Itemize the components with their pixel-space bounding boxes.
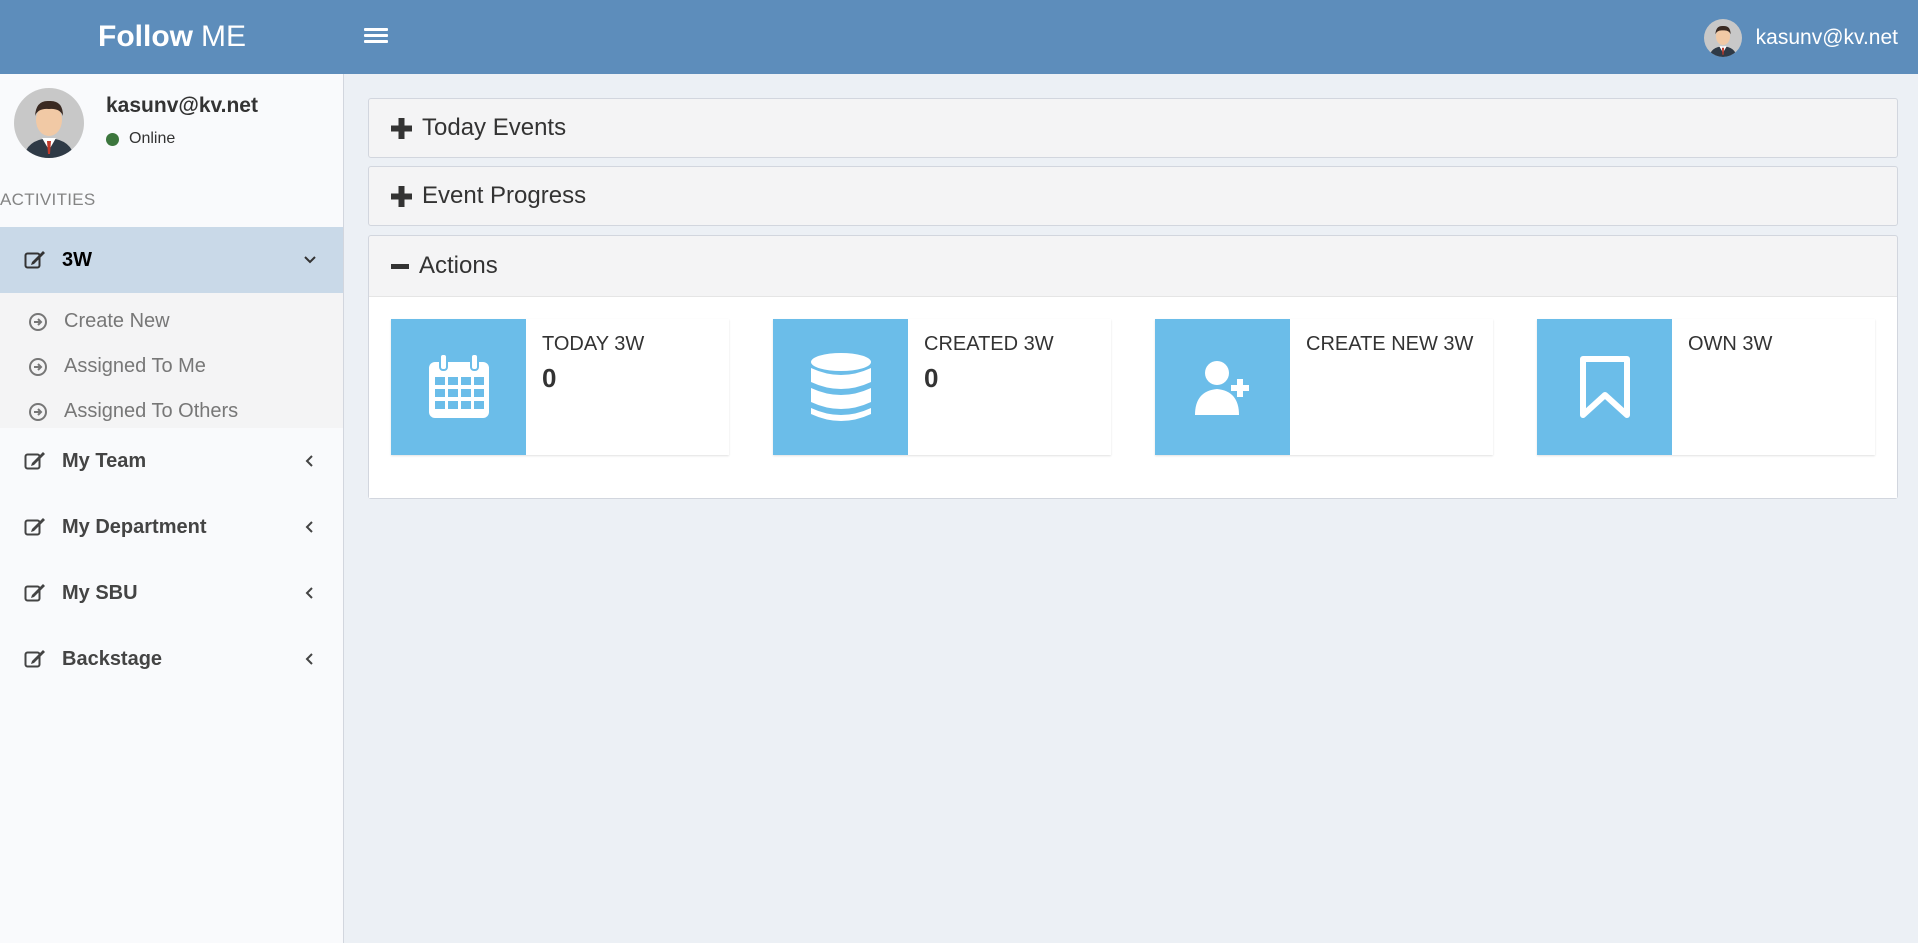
info-box-icon	[1537, 319, 1672, 455]
submenu-item-label: Assigned To Others	[64, 400, 239, 422]
panel-header[interactable]: Actions	[369, 236, 1897, 296]
sidebar-item-label: My SBU	[62, 581, 138, 604]
user-menu[interactable]: kasunv@kv.net	[1703, 19, 1898, 57]
edit-icon	[24, 518, 45, 536]
edit-icon	[24, 251, 45, 269]
submenu-item-create-new[interactable]: Create New	[0, 299, 343, 344]
info-box-icon	[391, 319, 526, 455]
panel-today-events: Today Events	[368, 98, 1898, 158]
circle-arrow-right-icon	[29, 357, 47, 376]
edit-icon	[24, 452, 45, 470]
info-box-label: OWN 3W	[1688, 333, 1773, 355]
panel-event-progress: Event Progress	[368, 166, 1898, 226]
info-box-icon	[773, 319, 908, 455]
sidebar-user-name: kasunv@kv.net	[106, 94, 258, 117]
sidebar-menu: 3W Create New Assigned To Me Assigned To…	[0, 227, 343, 692]
panel-header[interactable]: Today Events	[369, 99, 1897, 157]
chevron-left-icon	[305, 587, 313, 599]
panel-title: Actions	[419, 252, 498, 279]
bookmark-icon	[1579, 356, 1630, 418]
avatar	[14, 88, 84, 158]
panel-header[interactable]: Event Progress	[369, 167, 1897, 225]
actions-body: TODAY 3W 0 CREATED 3W 0 CREATE NEW 3W OW…	[369, 296, 1897, 498]
database-icon	[810, 353, 871, 421]
status-dot-icon	[106, 132, 119, 146]
info-box-value: 0	[924, 363, 939, 393]
add-user-icon	[1194, 361, 1249, 415]
user-panel: kasunv@kv.net Online	[14, 88, 258, 158]
sidebar-item-my-department[interactable]: My Department	[0, 494, 343, 560]
panel-actions: Actions TODAY 3W 0 CREATED 3W 0 CREATE N…	[368, 235, 1898, 499]
avatar	[1703, 19, 1742, 57]
info-box-icon	[1155, 319, 1290, 455]
submenu-item-assigned-to-me[interactable]: Assigned To Me	[0, 344, 343, 389]
info-box-created-3w[interactable]: CREATED 3W 0	[773, 319, 1111, 455]
sidebar-item-label: My Department	[62, 515, 207, 538]
info-box-today-3w[interactable]: TODAY 3W 0	[391, 319, 729, 455]
sidebar-item-my-team[interactable]: My Team	[0, 428, 343, 494]
circle-arrow-right-icon	[29, 402, 47, 421]
chevron-down-icon	[304, 256, 316, 264]
panel-title: Event Progress	[422, 182, 587, 209]
submenu-item-label: Assigned To Me	[64, 355, 206, 377]
chevron-left-icon	[305, 455, 313, 467]
sidebar-item-label: My Team	[62, 449, 147, 472]
online-status[interactable]: Online	[106, 130, 258, 148]
top-navbar: Follow ME kasunv@kv.net	[0, 0, 1918, 74]
edit-icon	[24, 584, 45, 602]
sidebar-section-header: ACTIVITIES	[0, 190, 96, 209]
chevron-left-icon	[305, 521, 313, 533]
status-label: Online	[129, 130, 176, 147]
chevron-left-icon	[305, 653, 313, 665]
info-box-label: CREATED 3W	[924, 333, 1054, 355]
sidebar-item-my-sbu[interactable]: My SBU	[0, 560, 343, 626]
minus-icon	[391, 263, 409, 269]
app-logo[interactable]: Follow ME	[0, 0, 344, 74]
info-box-label: CREATE NEW 3W	[1306, 333, 1474, 355]
user-email: kasunv@kv.net	[1755, 26, 1898, 49]
circle-arrow-right-icon	[29, 312, 47, 331]
edit-icon	[24, 650, 45, 668]
sidebar-item-3w[interactable]: 3W	[0, 227, 343, 293]
sidebar-item-backstage[interactable]: Backstage	[0, 626, 343, 692]
logo-bold-text: Follow	[98, 20, 193, 53]
submenu-3w: Create New Assigned To Me Assigned To Ot…	[0, 293, 343, 428]
sidebar-item-label: 3W	[62, 248, 92, 271]
plus-icon	[391, 117, 412, 139]
info-box-create-new-3w[interactable]: CREATE NEW 3W	[1155, 319, 1493, 455]
hamburger-menu-icon[interactable]	[364, 25, 388, 49]
info-box-value: 0	[542, 363, 557, 393]
calendar-icon	[428, 353, 489, 418]
info-box-own-3w[interactable]: OWN 3W	[1537, 319, 1875, 455]
plus-icon	[391, 185, 412, 207]
sidebar: kasunv@kv.net Online ACTIVITIES 3W Creat…	[0, 74, 344, 943]
sidebar-item-label: Backstage	[62, 647, 163, 670]
info-box-label: TODAY 3W	[542, 333, 645, 355]
submenu-item-label: Create New	[64, 310, 170, 332]
logo-light-text: ME	[200, 20, 246, 53]
panel-title: Today Events	[422, 114, 567, 141]
